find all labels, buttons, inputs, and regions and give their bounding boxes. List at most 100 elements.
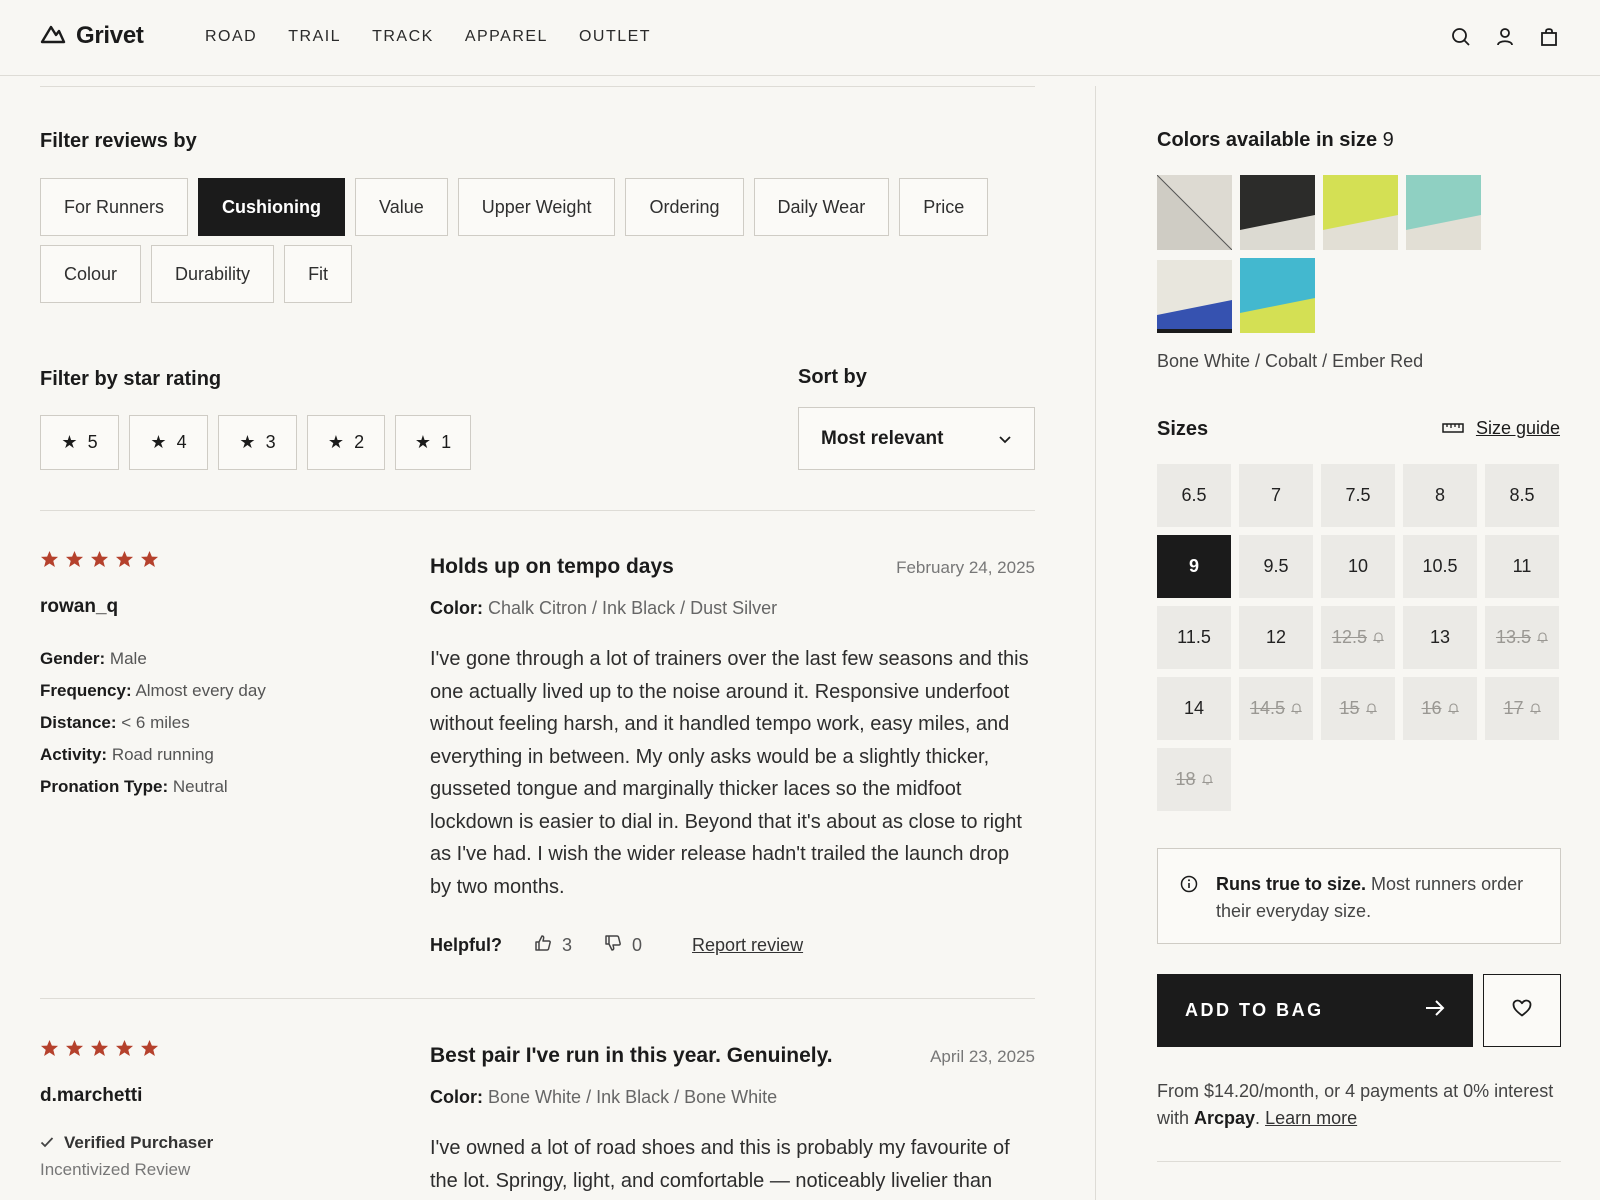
- filter-chip-cushioning[interactable]: Cushioning: [198, 178, 346, 236]
- incentivized-review-label: Incentivized Review: [40, 1160, 191, 1179]
- review-color: Color: Bone White / Ink Black / Bone Whi…: [430, 1087, 778, 1107]
- size-option-sold-out[interactable]: 18: [1157, 748, 1231, 811]
- nav-road[interactable]: ROAD: [205, 28, 257, 46]
- size-option[interactable]: 12: [1239, 606, 1313, 669]
- nav-apparel[interactable]: APPAREL: [465, 28, 548, 46]
- filter-chip-for-runners[interactable]: For Runners: [40, 178, 189, 236]
- size-option[interactable]: 7: [1239, 464, 1313, 527]
- brand-logo[interactable]: Grivet: [40, 22, 144, 50]
- star-icon: ★: [150, 432, 167, 452]
- size-label: 10: [1347, 556, 1369, 576]
- notify-bell-icon: [1372, 627, 1385, 648]
- top-divider: [40, 86, 1035, 87]
- size-option[interactable]: 11: [1485, 535, 1559, 598]
- size-label: 12.5: [1331, 627, 1368, 647]
- size-option-sold-out[interactable]: 13.5: [1485, 606, 1559, 669]
- filter-chip-colour[interactable]: Colour: [40, 245, 142, 303]
- wishlist-button[interactable]: [1483, 974, 1561, 1047]
- size-option[interactable]: 8: [1403, 464, 1477, 527]
- size-label: 11.5: [1177, 627, 1211, 647]
- size-option-sold-out[interactable]: 15: [1321, 677, 1395, 740]
- star-filter-label: 5: [87, 432, 98, 452]
- filter-chip-fit[interactable]: Fit: [284, 245, 353, 303]
- review-date: April 23, 2025: [930, 1047, 1035, 1066]
- star-filter-label: 3: [265, 432, 276, 452]
- filter-chip-daily-wear[interactable]: Daily Wear: [753, 178, 890, 236]
- heart-icon: [1512, 999, 1532, 1022]
- star-filter-5[interactable]: ★ 5: [40, 415, 119, 470]
- size-label: 15: [1339, 698, 1360, 718]
- review-divider: [40, 998, 1035, 999]
- star-filter-4[interactable]: ★ 4: [129, 415, 208, 470]
- review-title: Best pair I've run in this year. Genuine…: [430, 1044, 833, 1067]
- star-filter-label: 4: [176, 432, 187, 452]
- size-option[interactable]: 11.5: [1157, 606, 1231, 669]
- report-review-link[interactable]: Report review: [692, 935, 803, 956]
- main-nav: ROAD TRAIL TRACK APPAREL OUTLET: [205, 28, 651, 46]
- user-icon[interactable]: [1494, 26, 1516, 48]
- size-option-sold-out[interactable]: 17: [1485, 677, 1559, 740]
- review-helpful: Helpful? 3 0 Report review: [430, 934, 803, 957]
- review-color: Color: Chalk Citron / Ink Black / Dust S…: [430, 598, 778, 618]
- arrow-right-icon: [1425, 1000, 1445, 1021]
- filter-chip-value[interactable]: Value: [355, 178, 448, 236]
- star-filter-2[interactable]: ★ 2: [307, 415, 385, 470]
- search-icon[interactable]: [1450, 26, 1472, 48]
- color-swatch[interactable]: [1240, 175, 1315, 250]
- selected-color-name: Bone White / Cobalt / Ember Red: [1157, 351, 1424, 371]
- star-filter-3[interactable]: ★ 3: [218, 415, 297, 470]
- size-option[interactable]: 10: [1321, 535, 1395, 598]
- shopping-bag-icon[interactable]: [1538, 26, 1560, 48]
- review-date: February 24, 2025: [896, 558, 1035, 577]
- size-label: 14.5: [1249, 698, 1286, 718]
- verified-purchaser-badge: Verified Purchaser: [40, 1129, 213, 1156]
- size-label: 17: [1503, 698, 1524, 718]
- learn-more-link[interactable]: Learn more: [1265, 1108, 1357, 1128]
- size-label: 7: [1270, 485, 1281, 505]
- thumbs-down-icon[interactable]: [604, 934, 622, 957]
- finance-brand: Arcpay: [1194, 1108, 1256, 1128]
- add-to-bag-button[interactable]: ADD TO BAG: [1157, 974, 1473, 1047]
- size-option[interactable]: 14: [1157, 677, 1231, 740]
- size-option-sold-out[interactable]: 16: [1403, 677, 1477, 740]
- nav-track[interactable]: TRACK: [372, 28, 434, 46]
- star-filter-1[interactable]: ★ 1: [395, 415, 471, 470]
- size-option-selected[interactable]: 9: [1157, 535, 1231, 598]
- color-swatch[interactable]: [1157, 175, 1232, 250]
- filter-chip-durability[interactable]: Durability: [151, 245, 275, 303]
- size-label: 11: [1512, 556, 1532, 576]
- size-option[interactable]: 10.5: [1403, 535, 1477, 598]
- add-to-bag-label: ADD TO BAG: [1185, 1000, 1324, 1020]
- size-guide-link[interactable]: Size guide: [1442, 418, 1560, 439]
- sort-select[interactable]: Most relevant: [798, 407, 1035, 470]
- nav-trail[interactable]: TRAIL: [288, 28, 341, 46]
- size-option[interactable]: 6.5: [1157, 464, 1231, 527]
- review-badges: Verified Purchaser Incentivized Review: [40, 1129, 213, 1183]
- color-swatch[interactable]: [1406, 175, 1481, 250]
- color-swatch-selected[interactable]: [1157, 258, 1232, 333]
- size-option[interactable]: 8.5: [1485, 464, 1559, 527]
- star-filter-label: 2: [354, 432, 365, 452]
- right-divider: [1157, 1161, 1561, 1162]
- size-label: 7.5: [1345, 485, 1371, 505]
- star-icon: ★: [414, 432, 432, 452]
- size-option-sold-out[interactable]: 14.5: [1239, 677, 1313, 740]
- star-filter-label: 1: [441, 432, 452, 452]
- star-icon: ★: [61, 432, 78, 452]
- size-option[interactable]: 7.5: [1321, 464, 1395, 527]
- star-filter-chips: ★ 5 ★ 4 ★ 3 ★ 2 ★ 1: [40, 415, 471, 470]
- size-label: 13: [1429, 627, 1451, 647]
- filter-chip-ordering[interactable]: Ordering: [625, 178, 744, 236]
- star-icon: [65, 1039, 84, 1062]
- size-option[interactable]: 9.5: [1239, 535, 1313, 598]
- nav-outlet[interactable]: OUTLET: [579, 28, 651, 46]
- thumbs-up-icon[interactable]: [534, 934, 552, 957]
- color-swatch[interactable]: [1240, 258, 1315, 333]
- filter-chip-price[interactable]: Price: [899, 178, 989, 236]
- filter-chips-row1: For Runners Cushioning Value Upper Weigh…: [40, 178, 989, 236]
- size-option[interactable]: 13: [1403, 606, 1477, 669]
- color-swatch[interactable]: [1323, 175, 1398, 250]
- size-option-sold-out[interactable]: 12.5: [1321, 606, 1395, 669]
- filter-chip-upper-weight[interactable]: Upper Weight: [457, 178, 616, 236]
- size-label: 14: [1183, 698, 1205, 718]
